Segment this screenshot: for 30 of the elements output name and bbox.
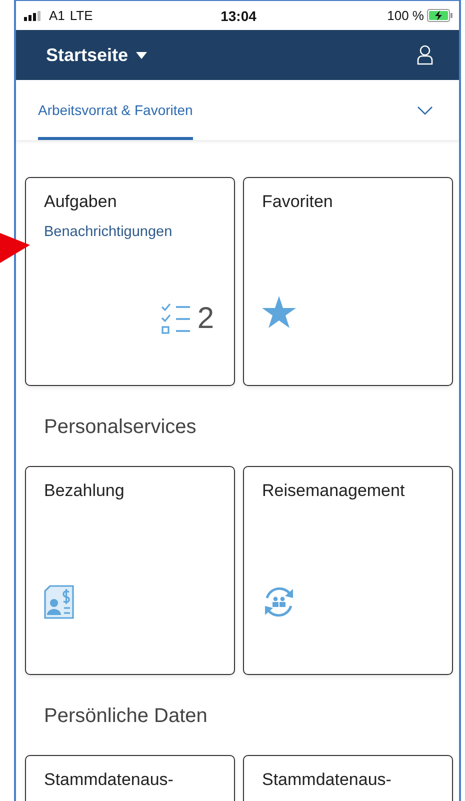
caret-icon — [136, 52, 148, 58]
payslip-icon — [44, 585, 74, 619]
chevron-down-icon[interactable] — [417, 106, 433, 114]
tile[interactable]: Stammdatenaus- — [243, 755, 453, 801]
tile-title: Aufgaben — [44, 192, 118, 212]
user-icon[interactable] — [417, 45, 433, 65]
section-heading: Persönliche Daten — [43, 704, 208, 729]
sync-people-icon — [262, 585, 296, 619]
network-label: LTE — [70, 8, 93, 23]
tile[interactable]: Favoriten — [243, 177, 453, 386]
clock: 13:04 — [220, 8, 256, 24]
tile[interactable]: Stammdatenaus- — [25, 755, 235, 801]
tile-title: Reisemanagement — [262, 481, 406, 501]
tile-subtitle: Benachrichtigungen — [44, 224, 174, 240]
tile-title: Stammdatenaus- — [262, 770, 392, 790]
tab[interactable]: Arbeitsvorrat & Favoriten — [38, 83, 193, 140]
tile-title: Stammdatenaus- — [44, 770, 174, 790]
tile[interactable]: Bezahlung — [25, 466, 235, 675]
checklist-icon — [161, 303, 192, 335]
carrier-label: A1 — [49, 8, 65, 23]
tile[interactable]: Reisemanagement — [243, 466, 453, 675]
battery-charging-icon — [427, 9, 453, 22]
section-heading: Personalservices — [43, 415, 198, 440]
task-count: 2 — [197, 302, 214, 336]
home-menu-button[interactable]: Startseite — [46, 44, 148, 66]
tile-title: Bezahlung — [44, 481, 126, 501]
tile[interactable]: Aufgaben Benachrichtigungen 2 — [25, 177, 235, 386]
star-icon — [262, 296, 296, 328]
battery-percent: 100 % — [387, 8, 424, 23]
tile-title: Favoriten — [262, 192, 334, 212]
